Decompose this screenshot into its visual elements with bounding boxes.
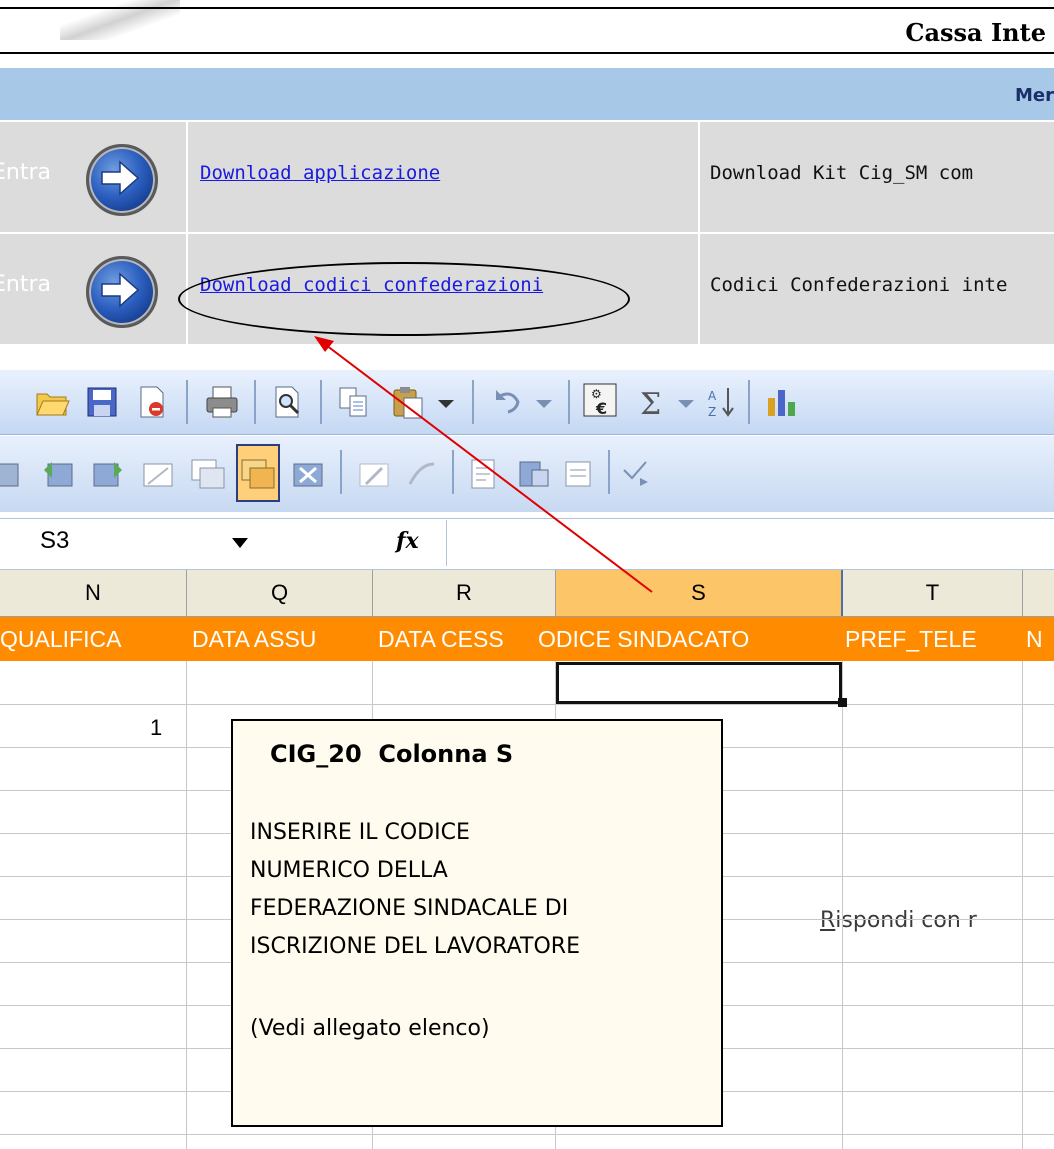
entra-label: Entra — [0, 272, 51, 297]
show-all-comments-icon[interactable] — [190, 456, 226, 492]
header-cell-pref-tele[interactable]: PREF_TELE — [845, 617, 1021, 661]
autosum-dropdown-icon[interactable] — [668, 384, 704, 420]
header-cell-next[interactable]: N — [1026, 617, 1054, 661]
edit-icon[interactable] — [356, 456, 392, 492]
permission-icon[interactable] — [134, 384, 170, 420]
copy-icon[interactable] — [336, 384, 372, 420]
comments-icon — [241, 459, 275, 489]
undo-dropdown-icon[interactable] — [526, 384, 562, 420]
paste-icon[interactable] — [390, 384, 426, 420]
comment-line: FEDERAZIONE SINDACALE DI — [250, 896, 569, 921]
svg-text:A: A — [708, 389, 717, 403]
name-box-value[interactable]: S3 — [40, 527, 69, 555]
comment-line: INSERIRE IL CODICE — [250, 820, 470, 845]
name-box-dropdown-icon[interactable] — [232, 538, 248, 548]
header-cell-data-cessazione[interactable]: DATA CESS — [378, 617, 548, 661]
reply-with-changes-button[interactable]: Rispondi con r — [820, 908, 977, 933]
cell-value[interactable]: 1 — [150, 715, 162, 741]
toolbar-separator — [452, 450, 454, 494]
euro-conversion-icon[interactable]: ⚙€ — [582, 382, 618, 418]
cell-comment[interactable] — [231, 719, 723, 1127]
protect-icon[interactable] — [516, 456, 552, 492]
ink-annotations-icon[interactable] — [404, 456, 440, 492]
grid-line — [186, 661, 187, 1149]
previous-comment-icon[interactable] — [40, 456, 76, 492]
standard-toolbar: ⚙ € Σ AZ — [0, 370, 1054, 435]
show-all-comments-active-button[interactable] — [236, 444, 280, 502]
header-cell-codice-sindacato[interactable]: ODICE SINDACATO — [538, 617, 838, 661]
row-description: Codici Confederazioni inte — [710, 274, 1008, 296]
title-rule-top — [0, 7, 1054, 9]
selected-cell-s3[interactable] — [556, 662, 842, 704]
column-header-s[interactable]: S — [556, 570, 843, 616]
right-arrow-icon — [101, 272, 140, 308]
next-comment-icon[interactable] — [90, 456, 126, 492]
page-curl-shadow — [60, 0, 180, 40]
row-description: Download Kit Cig_SM com — [710, 162, 974, 184]
svg-text:Σ: Σ — [640, 387, 661, 420]
toolbar-separator — [320, 380, 322, 424]
open-folder-icon[interactable] — [34, 384, 70, 420]
show-comment-icon[interactable] — [140, 456, 176, 492]
title-rule-bottom — [0, 52, 1054, 54]
column-header-r[interactable]: R — [373, 570, 556, 616]
toolbar-separator — [472, 380, 474, 424]
delete-comment-icon[interactable] — [290, 456, 326, 492]
save-icon[interactable] — [84, 384, 120, 420]
comment-title: CIG_20 Colonna S — [270, 740, 514, 768]
menu-bar — [0, 68, 1054, 120]
toolbar-separator — [340, 450, 342, 494]
toolbar-separator — [748, 380, 750, 424]
comment-line: NUMERICO DELLA — [250, 858, 448, 883]
column-divider — [186, 122, 188, 232]
toolbar-separator — [186, 380, 188, 424]
grid-line — [0, 1134, 1054, 1135]
svg-text:Z: Z — [708, 405, 716, 419]
autosum-icon[interactable]: Σ — [634, 384, 670, 420]
chart-wizard-icon[interactable] — [764, 384, 800, 420]
print-preview-icon[interactable] — [270, 384, 306, 420]
download-application-link[interactable]: Download applicazione — [200, 162, 440, 184]
enter-arrow-button[interactable] — [86, 144, 158, 216]
send-for-review-icon[interactable] — [560, 456, 596, 492]
page-title: Cassa Inte — [905, 18, 1046, 47]
right-arrow-icon — [101, 160, 140, 196]
grid-line — [0, 704, 1054, 705]
reviewing-toolbar: Rispondi con r — [0, 436, 1054, 933]
fill-handle[interactable] — [838, 698, 847, 707]
reply-accelerator: R — [820, 908, 836, 933]
toolbar-edge-icon — [0, 463, 19, 487]
insert-function-icon[interactable]: fx — [396, 528, 419, 554]
column-divider — [698, 234, 700, 344]
header-cell-qualifica[interactable]: QUALIFICA — [0, 617, 186, 661]
undo-icon[interactable] — [490, 384, 526, 420]
toolbar-separator — [568, 380, 570, 424]
comment-line: ISCRIZIONE DEL LAVORATORE — [250, 934, 580, 959]
paste-dropdown-icon[interactable] — [428, 384, 464, 420]
enter-arrow-button[interactable] — [86, 256, 158, 328]
reply-with-changes-icon[interactable] — [620, 456, 656, 492]
grid-line — [842, 661, 843, 1149]
entra-label: Entra — [0, 160, 51, 185]
comment-line: (Vedi allegato elenco) — [250, 1016, 490, 1041]
print-icon[interactable] — [204, 384, 240, 420]
formula-separator — [446, 520, 447, 566]
highlight-ellipse — [178, 262, 630, 336]
toolbar-separator — [254, 380, 256, 424]
track-changes-icon[interactable] — [466, 456, 502, 492]
menu-label[interactable]: Mer — [1015, 85, 1054, 106]
reply-label: ispondi con r — [835, 908, 977, 933]
sort-ascending-icon[interactable]: AZ — [704, 384, 740, 420]
column-header-q[interactable]: Q — [187, 570, 373, 616]
column-divider — [698, 122, 700, 232]
download-row-application: Entra Download applicazione Download Kit… — [0, 122, 1054, 234]
grid-line — [1022, 661, 1023, 1149]
svg-text:€: € — [595, 399, 607, 418]
column-header-t[interactable]: T — [843, 570, 1023, 616]
column-header-n[interactable]: N — [0, 570, 187, 616]
header-cell-data-assunzione[interactable]: DATA ASSU — [192, 617, 372, 661]
toolbar-separator — [608, 450, 610, 494]
